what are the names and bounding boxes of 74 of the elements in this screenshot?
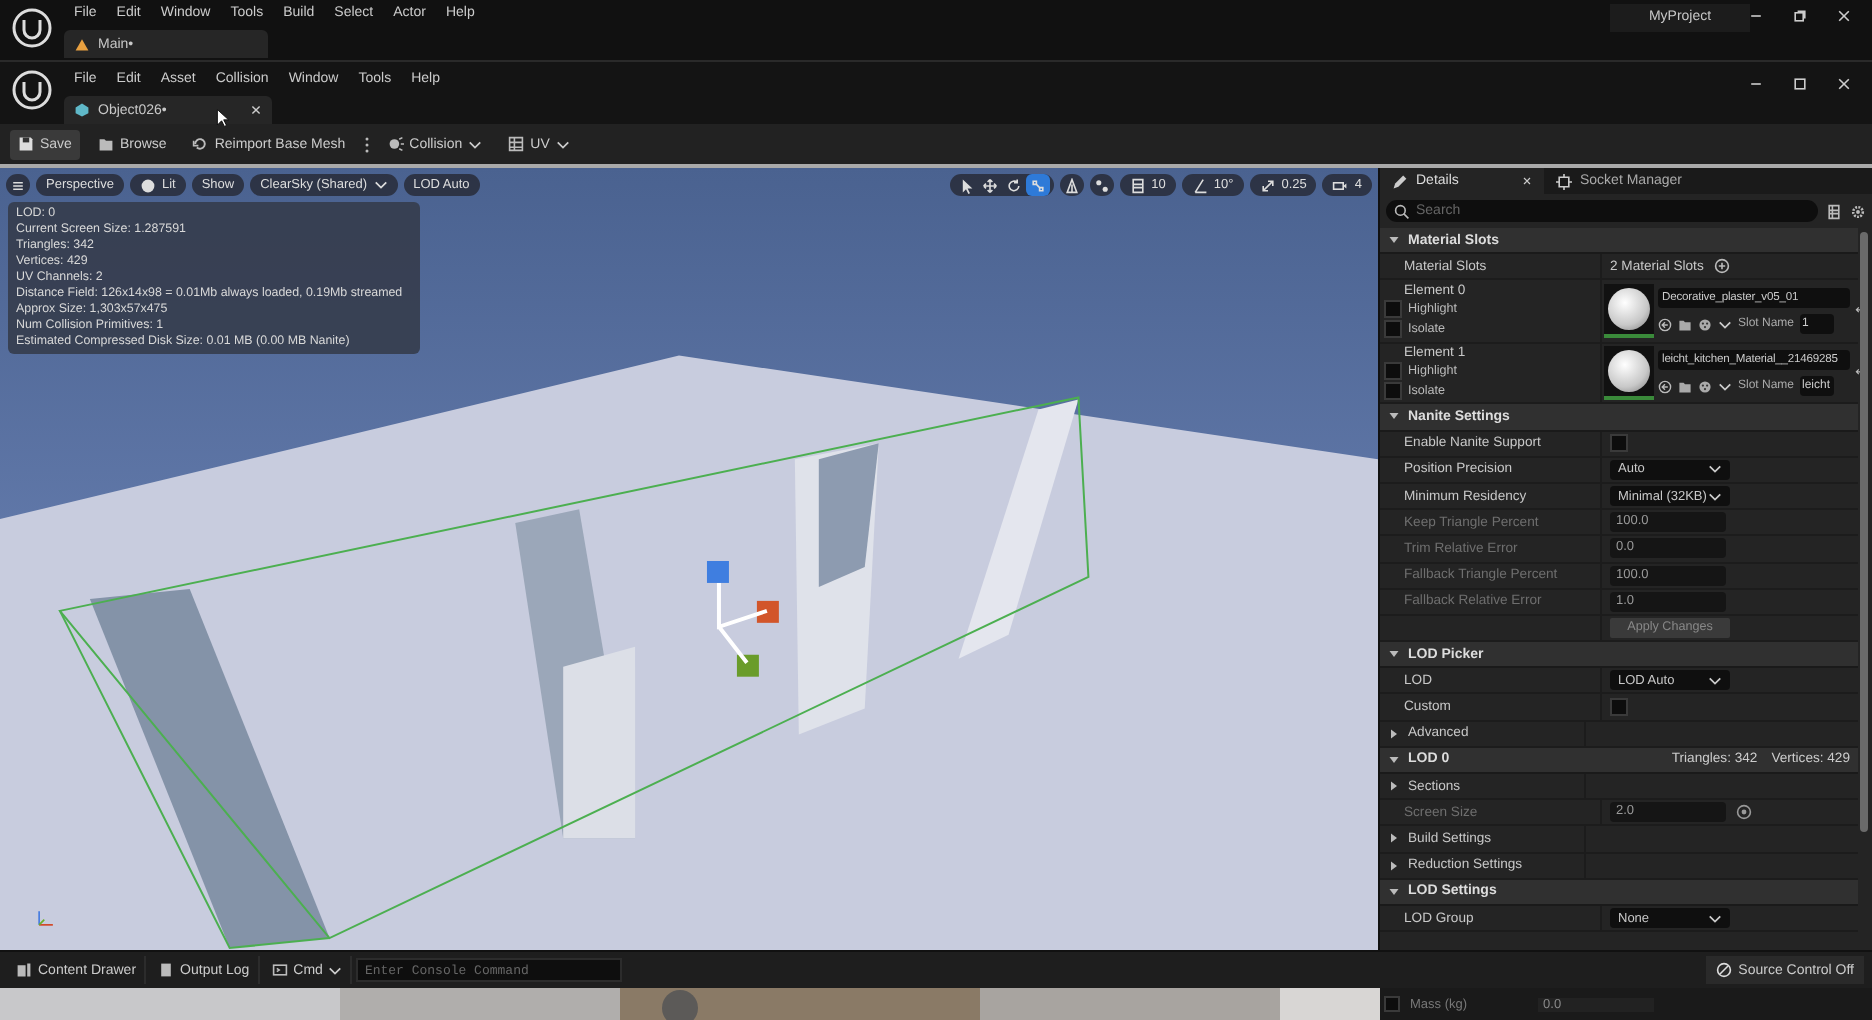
expand-icon[interactable]: [1388, 410, 1400, 423]
checkbox[interactable]: [1384, 382, 1402, 401]
dots-icon[interactable]: [1698, 317, 1712, 332]
logo-icon[interactable]: [12, 8, 52, 48]
close-icon[interactable]: [1522, 176, 1532, 186]
expand-icon[interactable]: [1388, 885, 1400, 898]
caret-icon[interactable]: [1718, 381, 1732, 392]
caret-icon: [1708, 675, 1722, 686]
checkbox[interactable]: [1610, 434, 1628, 453]
restore-icon[interactable]: [1792, 8, 1808, 24]
material-thumbnail[interactable]: [1604, 346, 1654, 401]
grid-icon: [1129, 177, 1146, 193]
checkbox[interactable]: [1610, 698, 1628, 717]
checkbox[interactable]: [1384, 300, 1402, 319]
caret-icon: [555, 139, 570, 149]
caret-icon: [373, 180, 388, 190]
expand-icon[interactable]: [1388, 753, 1400, 766]
folder-icon: [97, 136, 114, 152]
dots-icon[interactable]: [1698, 379, 1712, 394]
triangle-icon: [1063, 177, 1080, 193]
checkbox[interactable]: [1384, 362, 1402, 381]
rotate-icon: [1005, 177, 1022, 193]
checkbox[interactable]: [1384, 320, 1402, 339]
caret-icon: [1708, 491, 1722, 502]
close-icon[interactable]: [1836, 76, 1852, 92]
refresh-icon: [192, 136, 209, 152]
table-view-icon[interactable]: [1826, 203, 1842, 219]
caret-icon: [1708, 464, 1722, 475]
cursor-icon: [216, 108, 230, 128]
folder-icon[interactable]: [1678, 379, 1692, 394]
expand-icon[interactable]: [1388, 859, 1400, 872]
arrow-icon[interactable]: [1658, 379, 1672, 394]
select-icon: [957, 177, 974, 193]
dots-icon: [1093, 177, 1110, 193]
logo-icon[interactable]: [12, 70, 52, 110]
terminal-icon: [271, 962, 288, 978]
expand-icon[interactable]: [1388, 727, 1400, 740]
expand-icon[interactable]: [1388, 832, 1400, 845]
caret-icon: [328, 965, 343, 975]
expand-icon[interactable]: [1388, 234, 1400, 247]
move-tool[interactable]: [977, 174, 1002, 196]
socket-icon: [1556, 173, 1572, 189]
caret-icon[interactable]: [1718, 319, 1732, 330]
more-icon[interactable]: [363, 135, 370, 153]
scale-tool[interactable]: [1025, 174, 1050, 196]
caret-icon: [1708, 913, 1722, 924]
expand-icon[interactable]: [1388, 780, 1400, 793]
mesh-icon: [74, 102, 90, 118]
resize-icon: [1259, 177, 1276, 193]
expand-icon[interactable]: [1388, 648, 1400, 661]
axis-icon: [34, 906, 58, 930]
drawer-icon: [16, 962, 32, 978]
pencil-icon: [1392, 173, 1408, 189]
add-icon[interactable]: [1713, 258, 1730, 275]
move-icon: [981, 177, 998, 193]
grid-icon: [508, 136, 525, 152]
sphere-icon: [139, 177, 156, 193]
caret-icon: [468, 139, 483, 149]
scale-icon: [1029, 177, 1046, 193]
camera-icon: [1332, 177, 1349, 193]
menu-icon: [10, 177, 26, 193]
angle-icon: [1191, 177, 1208, 193]
scrollbar[interactable]: [1860, 232, 1868, 832]
prohibited-icon: [1716, 962, 1733, 978]
close-icon[interactable]: [250, 104, 262, 116]
folder-icon[interactable]: [1678, 317, 1692, 332]
level-icon: [74, 36, 90, 52]
material-thumbnail[interactable]: [1604, 284, 1654, 339]
maximize-icon[interactable]: [1792, 76, 1808, 92]
arrow-icon[interactable]: [1658, 317, 1672, 332]
close-icon[interactable]: [1836, 8, 1852, 24]
collision-icon: [387, 136, 404, 152]
settings-icon[interactable]: [1850, 203, 1866, 219]
document-icon: [158, 962, 175, 978]
